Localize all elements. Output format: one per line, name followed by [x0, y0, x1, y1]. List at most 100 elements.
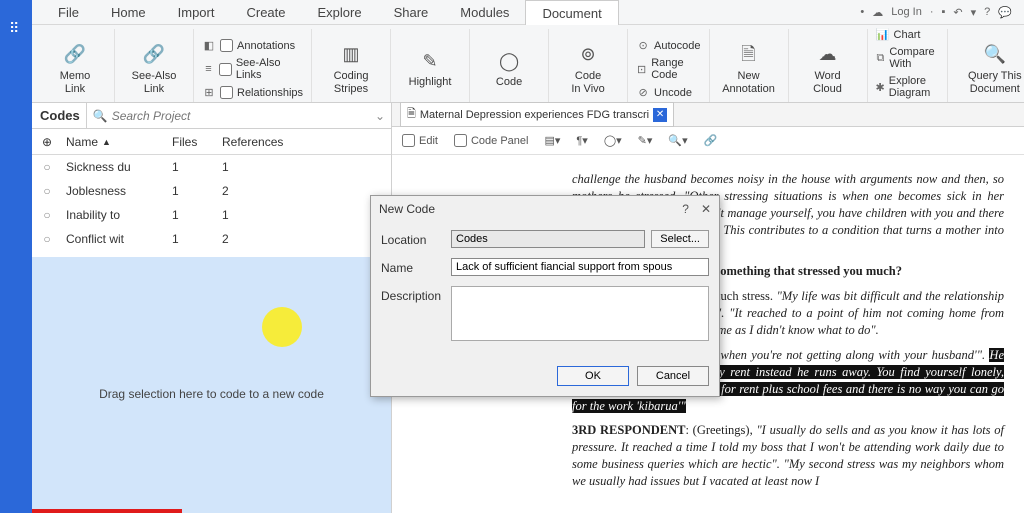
node-icon: ○: [32, 208, 62, 222]
code-name-input[interactable]: [451, 258, 709, 276]
col-files[interactable]: Files: [172, 135, 222, 149]
annotations-toggle[interactable]: ◧Annotations: [202, 38, 303, 53]
highlight-tool-icon[interactable]: ✎▾: [638, 134, 653, 147]
feedback-icon[interactable]: 💬: [998, 6, 1012, 19]
app-left-strip: ⠿: [0, 0, 32, 513]
cloud-icon[interactable]: ☁: [872, 6, 883, 19]
search-input[interactable]: [112, 109, 375, 123]
highlight-button[interactable]: ✎Highlight: [399, 40, 461, 100]
codes-grid-header: ⊕ Name ▲ Files References: [32, 129, 391, 155]
location-label: Location: [381, 230, 451, 247]
select-location-button[interactable]: Select...: [651, 230, 709, 248]
code-row[interactable]: ○Sickness du11: [32, 155, 391, 179]
menu-tab-home[interactable]: Home: [95, 0, 162, 25]
code-row[interactable]: ○Inability to11: [32, 203, 391, 227]
node-icon: ○: [32, 160, 62, 174]
code-refs: 2: [222, 232, 391, 246]
save-icon[interactable]: ▪: [942, 6, 946, 18]
login-link[interactable]: Log In: [891, 6, 922, 18]
cloud-icon: ☁: [819, 44, 837, 66]
cursor-highlight: [262, 307, 302, 347]
help-icon[interactable]: ?: [984, 6, 990, 18]
link-tool-icon[interactable]: 🔗: [704, 134, 718, 147]
menu-tab-document[interactable]: Document: [525, 0, 618, 26]
chevron-down-icon[interactable]: ⌄: [375, 109, 385, 123]
description-input[interactable]: [451, 286, 709, 341]
compare-with-button[interactable]: ⧉Compare With: [876, 45, 939, 71]
link-icon: 🔗: [64, 44, 86, 66]
see-also-link-button[interactable]: 🔗See-Also Link: [123, 40, 185, 100]
explore-diagram-button[interactable]: ✱Explore Diagram: [876, 74, 939, 100]
menu-tab-share[interactable]: Share: [378, 0, 445, 25]
close-icon[interactable]: ✕: [701, 202, 711, 216]
layout-icon[interactable]: ▤▾: [544, 134, 560, 147]
undo-icon[interactable]: ↶: [953, 6, 962, 19]
query-this-document-button[interactable]: 🔍Query This Document: [956, 40, 1024, 100]
menu-tab-import[interactable]: Import: [162, 0, 231, 25]
search-icon: 🔍: [93, 109, 108, 123]
toggle-icon: ⊞: [202, 86, 216, 99]
memo-link-button[interactable]: 🔗Memo Link: [44, 40, 106, 100]
range-code-button[interactable]: ⊡Range Code: [636, 56, 700, 82]
coding-stripes-button[interactable]: ▥Coding Stripes: [320, 40, 382, 100]
description-label: Description: [381, 286, 451, 303]
paragraph-icon[interactable]: ¶▾: [576, 134, 587, 147]
ok-button[interactable]: OK: [557, 366, 629, 386]
cancel-button[interactable]: Cancel: [637, 366, 709, 386]
dialog-title: New Code: [379, 202, 435, 216]
sync-icon[interactable]: •: [860, 6, 864, 18]
code-files: 1: [172, 184, 222, 198]
menu-tab-explore[interactable]: Explore: [302, 0, 378, 25]
autocode-button[interactable]: ⊙Autocode: [636, 38, 700, 53]
help-icon[interactable]: ?: [682, 202, 689, 216]
code-refs: 1: [222, 208, 391, 222]
codes-panel: Codes 🔍 ⌄ ⊕ Name ▲ Files References ○Sic…: [32, 103, 392, 513]
video-progress-bar: [32, 509, 182, 513]
menu-tab-file[interactable]: File: [42, 0, 95, 25]
code-files: 1: [172, 208, 222, 222]
location-field: [451, 230, 645, 248]
grip-icon: ⠿: [9, 20, 23, 37]
new-annotation-button[interactable]: 🗎New Annotation: [718, 40, 780, 100]
document-toolbar: Edit Code Panel ▤▾ ¶▾ ◯▾ ✎▾ 🔍▾ 🔗: [392, 127, 1024, 155]
search-project[interactable]: 🔍 ⌄: [87, 103, 391, 128]
circle-icon: ◯: [499, 51, 519, 73]
document-tab[interactable]: 🗎 Maternal Depression experiences FDG tr…: [400, 102, 674, 127]
col-name[interactable]: Name: [66, 135, 98, 149]
document-tab-title: Maternal Depression experiences FDG tran…: [420, 109, 649, 121]
menu-tab-create[interactable]: Create: [230, 0, 301, 25]
code-button[interactable]: ◯Code: [478, 40, 540, 100]
code-files: 1: [172, 232, 222, 246]
code-in-vivo-button[interactable]: ⊚Code In Vivo: [557, 40, 619, 100]
code-row[interactable]: ○Joblesness12: [32, 179, 391, 203]
code-refs: 1: [222, 160, 391, 174]
range-icon: ⊡: [636, 63, 647, 76]
code-panel-toggle[interactable]: Code Panel: [454, 134, 529, 147]
word-cloud-button[interactable]: ☁Word Cloud: [797, 40, 859, 100]
see-also-links-toggle[interactable]: ≡See-Also Links: [202, 56, 303, 82]
titlebar-right: • ☁ Log In · ▪ ↶ ▾ ? 💬: [860, 6, 1024, 19]
close-icon[interactable]: ✕: [653, 108, 667, 122]
sep: ·: [930, 6, 934, 18]
marker-icon: ✎: [423, 51, 438, 73]
new-code-dialog: New Code ? ✕ Location Select... Name Des…: [370, 195, 720, 397]
col-references[interactable]: References: [222, 135, 391, 149]
link-icon: 🔗: [143, 44, 165, 66]
edit-toggle[interactable]: Edit: [402, 134, 438, 147]
menu-tab-modules[interactable]: Modules: [444, 0, 525, 25]
chart-icon: 📊: [876, 28, 890, 41]
relationships-toggle[interactable]: ⊞Relationships: [202, 85, 303, 100]
name-label: Name: [381, 258, 451, 275]
zoom-icon[interactable]: 🔍▾: [668, 134, 687, 147]
auto-icon: ⊙: [636, 39, 650, 52]
code-name: Sickness du: [62, 160, 172, 174]
ribbon: 🔗Memo Link 🔗See-Also Link ◧Annotations ≡…: [32, 25, 1024, 103]
add-code-icon[interactable]: ⊕: [32, 135, 62, 149]
sort-icon: ▲: [102, 137, 111, 147]
chart-button[interactable]: 📊Chart: [876, 27, 939, 42]
code-drop-zone[interactable]: Drag selection here to code to a new cod…: [32, 257, 391, 513]
circle-tool-icon[interactable]: ◯▾: [604, 134, 622, 147]
code-row[interactable]: ○Conflict wit12: [32, 227, 391, 251]
redo-icon[interactable]: ▾: [971, 6, 977, 19]
uncode-button[interactable]: ⊘Uncode: [636, 85, 700, 100]
